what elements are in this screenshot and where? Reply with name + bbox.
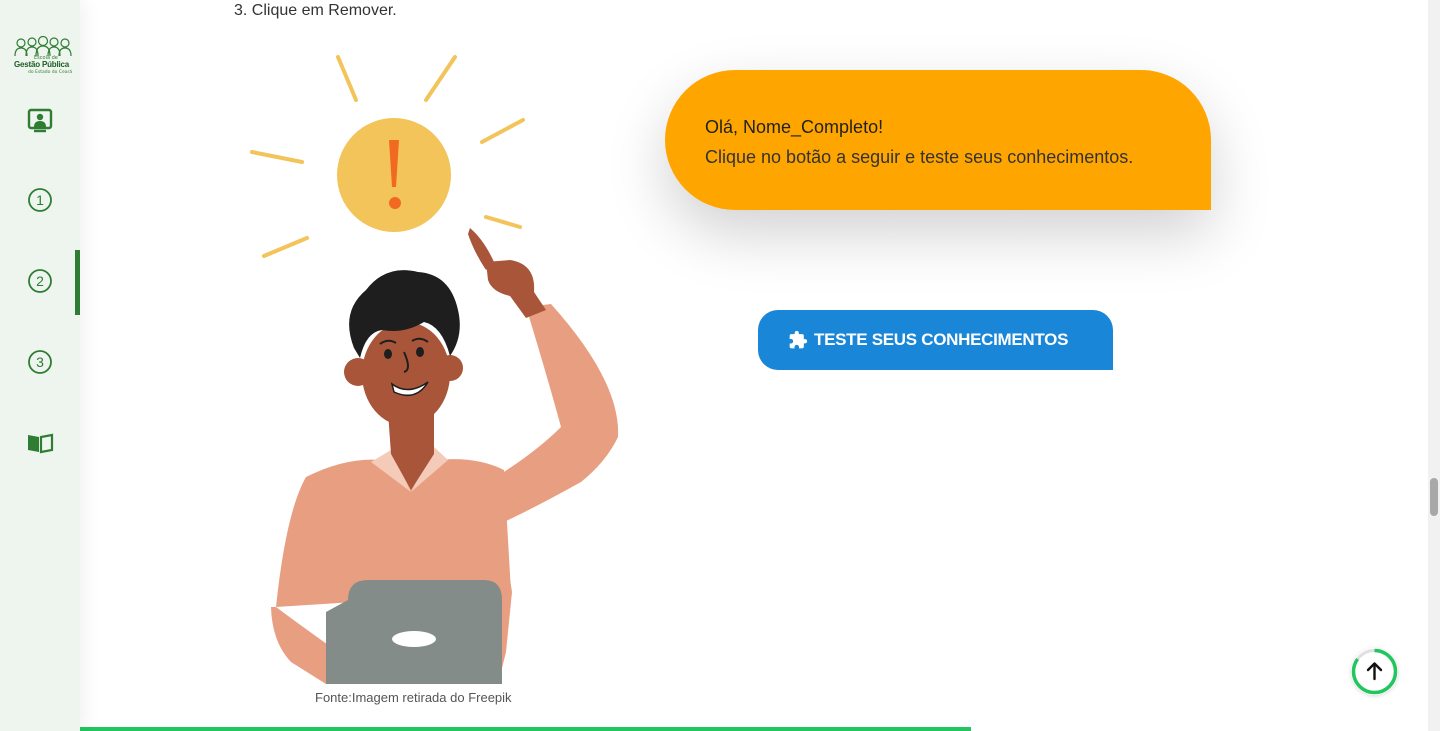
scrollbar-thumb[interactable]: [1430, 478, 1438, 516]
sidebar-active-indicator: [75, 250, 80, 315]
circle-number-1-icon: 1: [28, 188, 52, 212]
logo-text-sub: do Estado do Ceará: [28, 70, 73, 75]
module-2-number: 2: [36, 273, 44, 289]
reading-progress: [80, 727, 1428, 731]
sidebar-item-module-1[interactable]: 1: [0, 170, 80, 230]
presentation-icon: [27, 108, 53, 133]
test-knowledge-button[interactable]: TESTE SEUS CONHECIMENTOS: [758, 310, 1113, 370]
person-idea-illustration: [250, 55, 619, 684]
arrow-up-icon: [1366, 662, 1383, 681]
logo-text-main: Gestão Pública: [14, 60, 69, 69]
greeting-text: Olá, Nome_Completo!: [705, 117, 884, 137]
module-3-number: 3: [36, 354, 44, 370]
reading-progress-fill: [80, 727, 972, 731]
arm: [496, 304, 619, 522]
image-caption: Fonte:Imagem retirada do Freepik: [315, 690, 512, 705]
scrollbar[interactable]: [1428, 0, 1440, 731]
greeting-message: Clique no botão a seguir e teste seus co…: [705, 147, 1134, 167]
logo[interactable]: Escola de Gestão Pública do Estado do Ce…: [12, 36, 74, 80]
sidebar-item-library[interactable]: [0, 412, 80, 472]
sidebar-item-module-3[interactable]: 3: [0, 332, 80, 392]
test-knowledge-label: TESTE SEUS CONHECIMENTOS: [814, 330, 1069, 349]
sidebar: Escola de Gestão Pública do Estado do Ce…: [0, 0, 80, 731]
circle-number-2-icon: 2: [28, 269, 52, 293]
circle-number-3-icon: 3: [28, 350, 52, 374]
greeting-bubble: Olá, Nome_Completo! Clique no botão a se…: [665, 70, 1211, 210]
instruction-text: 3. Clique em Remover.: [234, 2, 397, 19]
book-open-icon: [28, 433, 54, 454]
sidebar-item-presentation[interactable]: [0, 90, 80, 150]
back-to-top-button[interactable]: [1351, 648, 1398, 695]
module-1-number: 1: [36, 192, 44, 208]
puzzle-icon: [789, 330, 808, 349]
sidebar-item-module-2[interactable]: 2: [0, 251, 80, 311]
head: [362, 322, 450, 426]
